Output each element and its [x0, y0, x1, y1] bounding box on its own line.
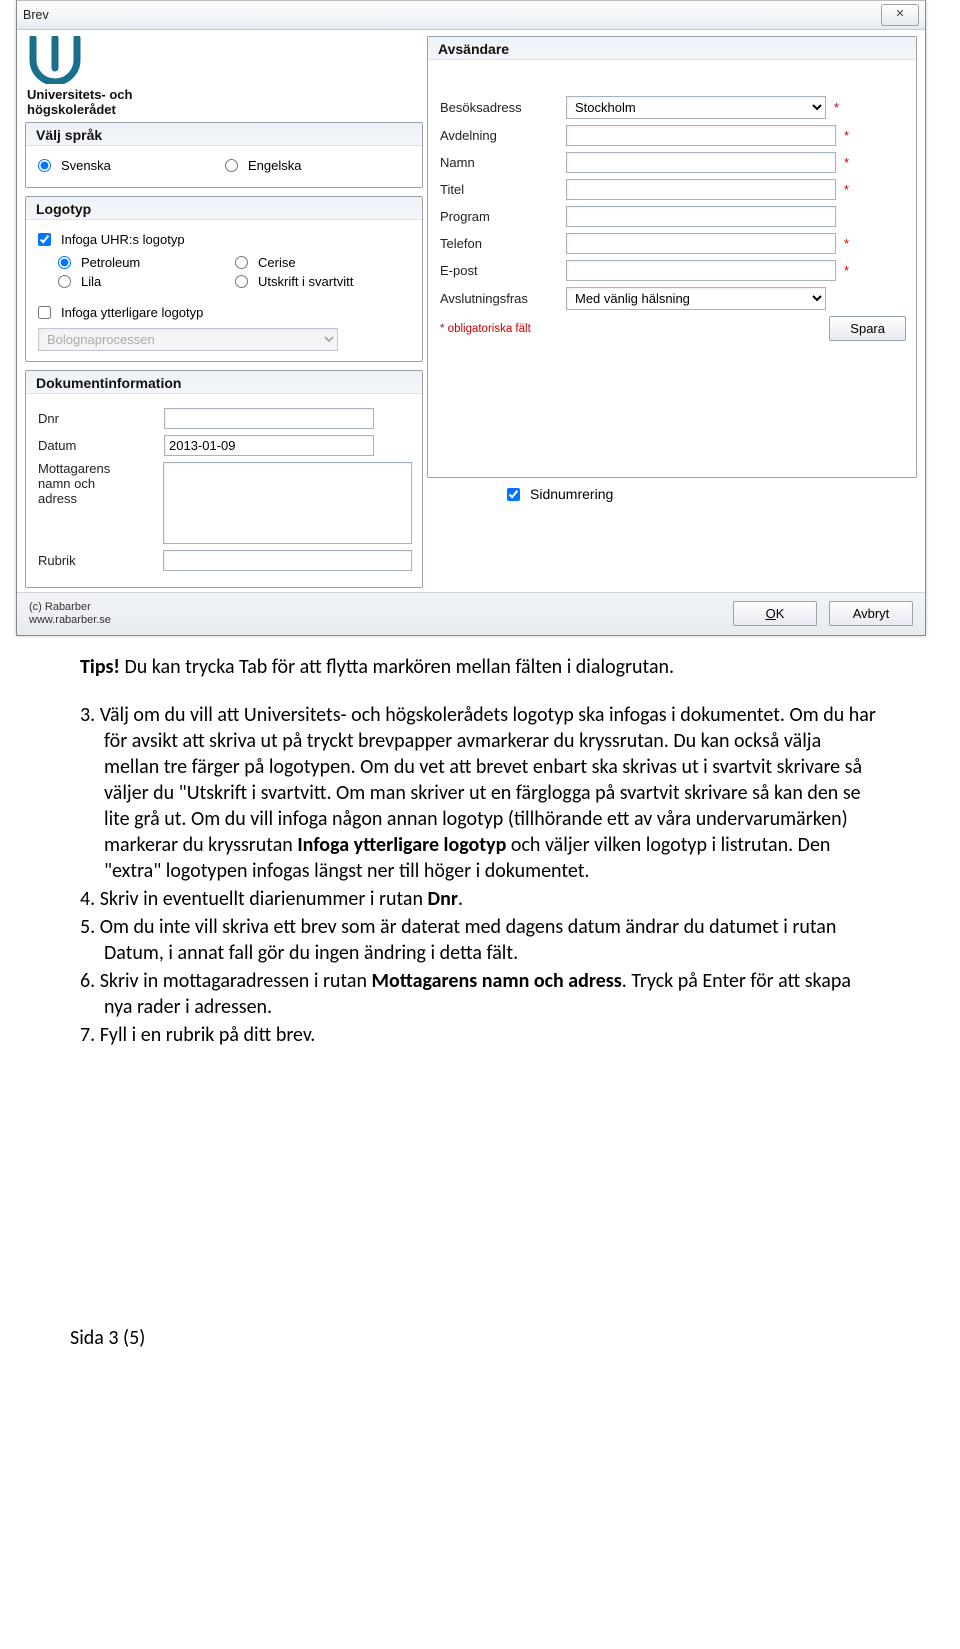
radio-svenska[interactable] [38, 159, 51, 172]
radio-petroleum[interactable] [58, 256, 71, 269]
program-input[interactable] [566, 206, 836, 227]
window-title: Brev [23, 8, 881, 22]
check-infoga-extra-label: Infoga ytterligare logotyp [61, 305, 203, 320]
radio-lila[interactable] [58, 275, 71, 288]
group-language: Välj språk Svenska Engelska [25, 122, 423, 188]
group-docinfo-title: Dokumentinformation [26, 371, 422, 394]
close-icon[interactable]: ✕ [881, 4, 919, 26]
radio-svartvitt[interactable] [235, 275, 248, 288]
ok-button[interactable]: OK [733, 601, 817, 626]
radio-engelska-label: Engelska [248, 158, 301, 173]
logo-text-line2: högskolerådet [27, 103, 423, 118]
title-input[interactable] [566, 179, 836, 200]
closing-label: Avslutningsfras [440, 291, 560, 306]
logo-text-line1: Universitets- och [27, 88, 423, 103]
visit-select[interactable]: Stockholm [566, 96, 826, 119]
uhr-logo: Universitets- och högskolerådet [27, 36, 423, 118]
cancel-button[interactable]: Avbryt [829, 601, 913, 626]
page-number: Sida 3 (5) [70, 1326, 145, 1350]
date-input[interactable] [164, 435, 374, 456]
step-4: 4. Skriv in eventuellt diarienummer i ru… [80, 886, 880, 912]
footer-credit: (c) Rabarber www.rabarber.se [29, 601, 721, 626]
instruction-text: Tips! Du kan trycka Tab för att flytta m… [10, 636, 950, 1048]
group-sender-title: Avsändare [428, 37, 916, 60]
check-pagination-label: Sidnumrering [530, 486, 613, 502]
closing-select[interactable]: Med vänlig hälsning [566, 287, 826, 310]
title-label: Titel [440, 182, 560, 197]
brev-dialog: Brev ✕ Universitets- och högskolerådet [16, 0, 926, 636]
dept-label: Avdelning [440, 128, 560, 143]
dept-input[interactable] [566, 125, 836, 146]
radio-cerise-label: Cerise [258, 255, 296, 270]
group-logotyp-title: Logotyp [26, 197, 422, 220]
req-star: * [844, 155, 854, 170]
mandatory-note: * obligatoriska fält [440, 323, 823, 335]
group-logotyp: Logotyp Infoga UHR:s logotyp Petroleum [25, 196, 423, 362]
name-label: Namn [440, 155, 560, 170]
check-infoga-extra[interactable] [38, 306, 51, 319]
req-star: * [844, 182, 854, 197]
uhr-logo-icon [27, 36, 423, 84]
dnr-label: Dnr [38, 411, 158, 426]
phone-label: Telefon [440, 236, 560, 251]
req-star: * [844, 236, 854, 251]
radio-petroleum-label: Petroleum [81, 255, 140, 270]
tips-lead: Tips! [80, 655, 120, 679]
date-label: Datum [38, 438, 158, 453]
phone-input[interactable] [566, 233, 836, 254]
group-docinfo: Dokumentinformation Dnr Datum Mottagaren… [25, 370, 423, 588]
radio-svartvitt-label: Utskrift i svartvitt [258, 274, 353, 289]
save-button[interactable]: Spara [829, 316, 906, 341]
radio-engelska[interactable] [225, 159, 238, 172]
step-7: 7. Fyll i en rubrik på ditt brev. [80, 1022, 880, 1048]
name-input[interactable] [566, 152, 836, 173]
step-6: 6. Skriv in mottagaradressen i rutan Mot… [80, 968, 880, 1020]
recipient-label: Mottagarens namn och adress [38, 462, 157, 507]
email-input[interactable] [566, 260, 836, 281]
dnr-input[interactable] [164, 408, 374, 429]
visit-label: Besöksadress [440, 100, 560, 115]
check-infoga-uhr-label: Infoga UHR:s logotyp [61, 232, 185, 247]
tips-rest: Du kan trycka Tab för att flytta marköre… [120, 655, 674, 679]
email-label: E-post [440, 263, 560, 278]
step-5: 5. Om du inte vill skriva ett brev som ä… [80, 914, 880, 966]
req-star: * [844, 263, 854, 278]
check-pagination[interactable] [507, 488, 520, 501]
req-star: * [834, 100, 844, 115]
step-3: 3. Välj om du vill att Universitets- och… [80, 702, 880, 884]
recipient-input[interactable] [163, 462, 412, 544]
titlebar: Brev ✕ [17, 1, 925, 30]
subject-input[interactable] [163, 550, 412, 571]
group-language-title: Välj språk [26, 123, 422, 146]
check-infoga-uhr[interactable] [38, 233, 51, 246]
req-star: * [844, 128, 854, 143]
radio-cerise[interactable] [235, 256, 248, 269]
program-label: Program [440, 209, 560, 224]
radio-lila-label: Lila [81, 274, 101, 289]
dialog-footer: (c) Rabarber www.rabarber.se OK Avbryt [17, 592, 925, 635]
radio-svenska-label: Svenska [61, 158, 111, 173]
select-extra-logotyp[interactable]: Bolognaprocessen [38, 328, 338, 351]
subject-label: Rubrik [38, 553, 157, 568]
group-sender: Avsändare Besöksadress Stockholm * Avdel… [427, 36, 917, 478]
